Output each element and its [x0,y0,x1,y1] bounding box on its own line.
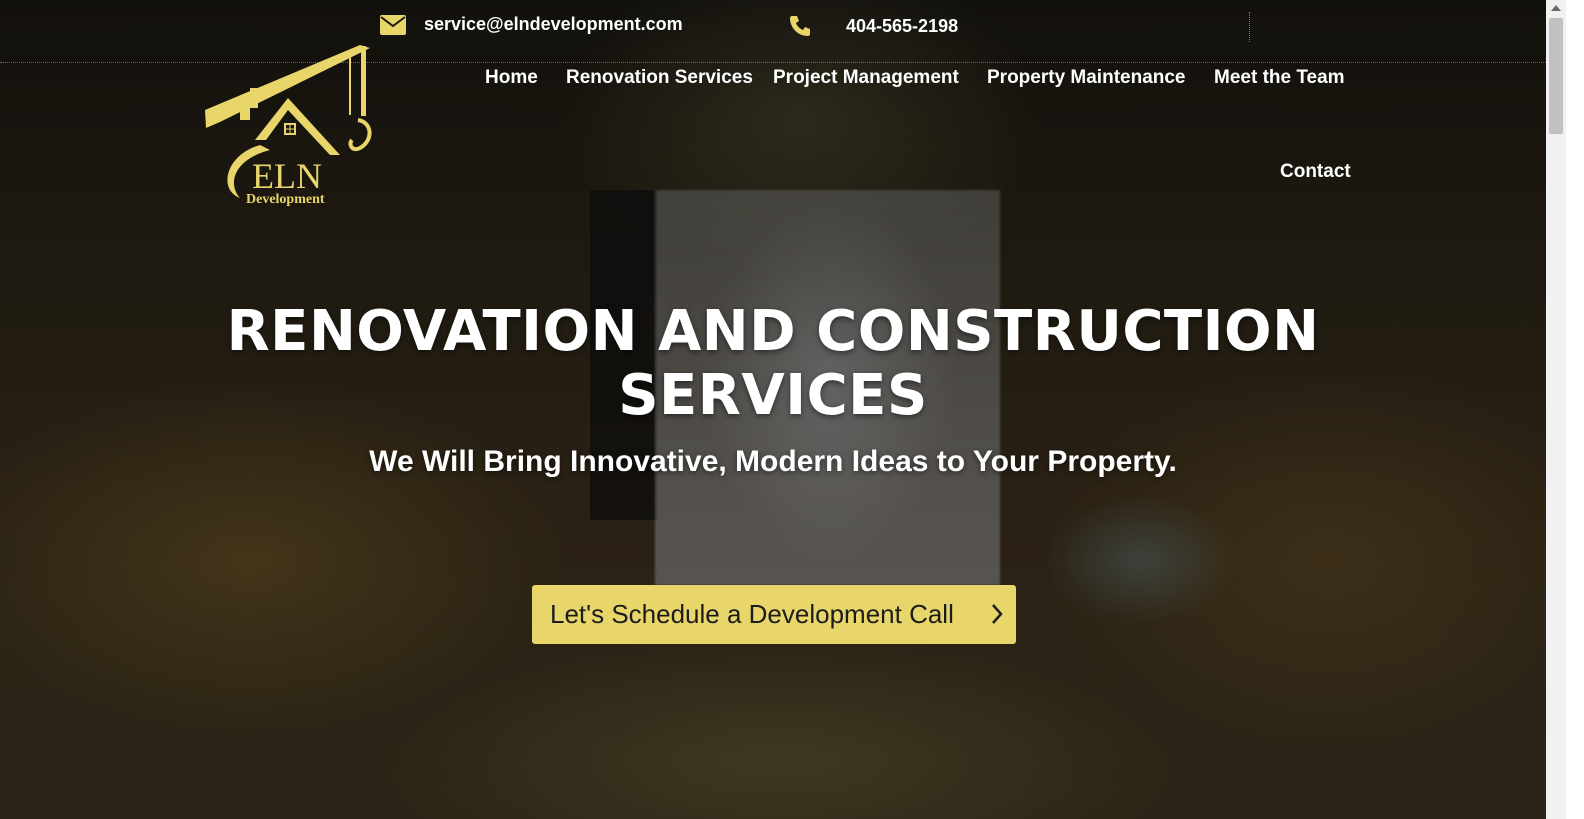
nav-project-management[interactable]: Project Management [773,67,959,89]
contact-email[interactable]: service@elndevelopment.com [380,14,683,35]
nav-meet-the-team[interactable]: Meet the Team [1214,67,1345,89]
site-logo[interactable]: ELN Development [200,40,380,210]
contact-phone-text[interactable]: 404-565-2198 [846,16,958,37]
hero-title-line1: RENOVATION AND CONSTRUCTION [226,299,1320,364]
envelope-icon [380,14,406,35]
contact-email-text[interactable]: service@elndevelopment.com [424,14,683,35]
scroll-thumb[interactable] [1549,18,1563,134]
window-edge [1566,0,1584,819]
nav-home[interactable]: Home [485,67,538,89]
contact-phone[interactable]: 404-565-2198 [788,14,958,38]
hero-subtitle: We Will Bring Innovative, Modern Ideas t… [369,445,1177,478]
nav-renovation-services[interactable]: Renovation Services [566,67,753,89]
topbar-divider [1249,12,1251,42]
scroll-up-arrow-icon[interactable] [1551,5,1561,11]
hero-title-line2: SERVICES [618,363,928,428]
page: service@elndevelopment.com 404-565-2198 [0,0,1584,819]
nav-contact[interactable]: Contact [1280,161,1351,183]
hero-title: RENOVATION AND CONSTRUCTION SERVICES [200,300,1346,428]
schedule-call-button-label: Let's Schedule a Development Call [550,599,954,629]
nav-property-maintenance[interactable]: Property Maintenance [987,67,1186,89]
crane-house-logo-icon: ELN Development [205,45,372,207]
logo-subtext: Development [246,192,325,207]
chevron-right-icon [990,602,1004,626]
page-scrollbar[interactable] [1546,0,1566,819]
schedule-call-button[interactable]: Let's Schedule a Development Call [532,585,1016,644]
phone-icon [788,14,812,38]
logo-text: ELN [252,156,322,196]
